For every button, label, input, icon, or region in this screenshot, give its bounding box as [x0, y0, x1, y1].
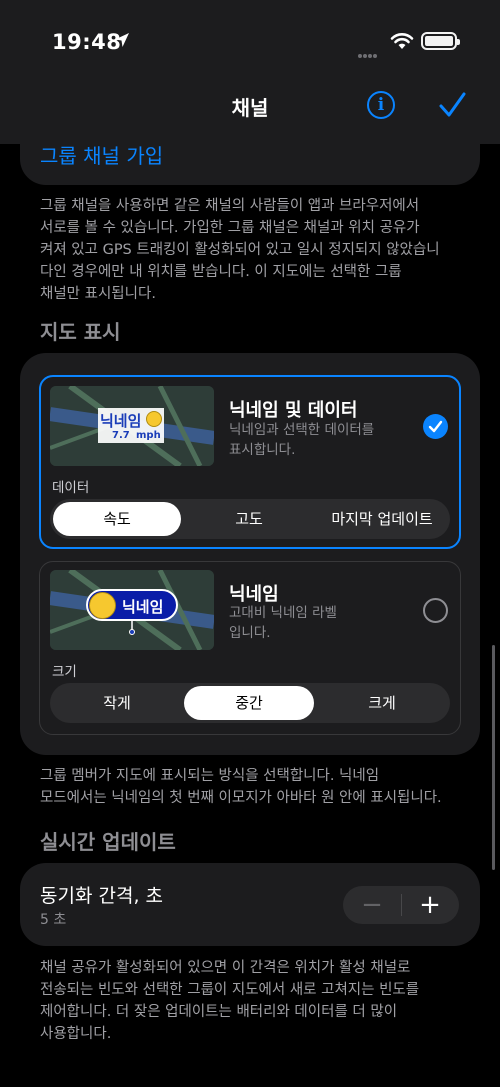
option-description: 고대비 닉네임 라벨 입니다. — [229, 603, 379, 643]
footnote-line: 켜져 있고 GPS 트래킹이 활성화되어 있고 일시 정지되지 않았습니 — [40, 242, 440, 258]
footnote-line: 채널 공유가 활성화되어 있으면 이 간격은 위치가 활성 채널로 — [40, 960, 411, 976]
segment-altitude[interactable]: 고도 — [184, 502, 314, 536]
footnote-line: 모드에서는 닉네임의 첫 번째 이모지가 아바타 원 안에 표시됩니다. — [40, 790, 442, 806]
wifi-icon — [390, 33, 414, 49]
unselected-radio-icon[interactable] — [423, 598, 448, 623]
join-group-channel-link[interactable]: 그룹 채널 가입 — [40, 140, 163, 169]
page-title: 채널 — [231, 96, 269, 120]
footnote-line: 채널만 표시됩니다. — [40, 286, 156, 302]
preview-nickname-label: 닉네임 — [122, 598, 164, 616]
data-segmented-control: 속도 고도 마지막 업데이트 — [50, 499, 450, 539]
selected-check-icon[interactable] — [423, 414, 448, 439]
sync-interval-title: 동기화 간격, 초 — [40, 885, 163, 907]
footnote-line: 그룹 멤버가 지도에 표시되는 방식을 선택합니다. 닉네임 — [40, 768, 380, 784]
footnote-line: 서로를 볼 수 있습니다. 가입한 그룹 채널은 채널과 위치 공유가 — [40, 220, 420, 236]
size-sub-label: 크기 — [52, 664, 77, 680]
segment-small[interactable]: 작게 — [53, 686, 181, 720]
footnote-line: 제어합니다. 더 잦은 업데이트는 배터리와 데이터를 더 많이 — [40, 1004, 398, 1020]
option-description-line: 표시합니다. — [229, 442, 296, 458]
status-time: 19:48 — [52, 30, 122, 54]
sync-interval-value: 5 초 — [40, 912, 67, 928]
navigation-bar: 채널 i — [0, 80, 500, 144]
cellular-signal-icon — [358, 43, 378, 62]
preview-speed-unit: mph — [136, 430, 161, 441]
map-preview-nickname: 닉네임 — [50, 570, 214, 650]
footnote-line: 다인 경우에만 내 위치를 받습니다. 이 지도에는 선택한 그룹 — [40, 264, 402, 280]
segment-last-update[interactable]: 마지막 업데이트 — [317, 502, 447, 536]
location-arrow-icon — [115, 33, 129, 47]
info-icon[interactable]: i — [367, 91, 395, 119]
option-description-line: 고대비 닉네임 라벨 — [229, 605, 337, 621]
segment-speed[interactable]: 속도 — [53, 502, 181, 536]
option-description: 닉네임과 선택한 데이터를 표시합니다. — [229, 420, 379, 460]
data-sub-label: 데이터 — [52, 480, 90, 496]
footnote-line: 사용합니다. — [40, 1026, 112, 1042]
preview-speed-value: 7.7 — [112, 430, 130, 441]
map-preview-data: 닉네임 7.7 mph — [50, 386, 214, 466]
stepper-plus-button[interactable]: + — [401, 886, 459, 924]
preview-nickname-label: 닉네임 — [100, 412, 142, 430]
scroll-indicator[interactable] — [492, 645, 495, 870]
done-checkmark-icon[interactable] — [437, 90, 467, 120]
footnote-line: 그룹 채널을 사용하면 같은 채널의 사람들이 앱과 브라우저에서 — [40, 198, 420, 214]
stepper-minus-button[interactable]: − — [343, 886, 401, 924]
size-segmented-control: 작게 중간 크게 — [50, 683, 450, 723]
map-display-header: 지도 표시 — [40, 320, 121, 344]
footnote-line: 전송되는 빈도와 선택한 그룹이 지도에서 새로 고쳐지는 빈도를 — [40, 982, 420, 998]
option-description-line: 입니다. — [229, 625, 271, 641]
option-title: 닉네임 및 데이터 — [229, 400, 358, 421]
segment-large[interactable]: 크게 — [317, 686, 447, 720]
smiley-avatar-icon — [89, 592, 116, 619]
realtime-footnote: 채널 공유가 활성화되어 있으면 이 간격은 위치가 활성 채널로 전송되는 빈… — [40, 957, 465, 1045]
smiley-avatar-icon — [146, 411, 162, 427]
status-bar: 19:48 — [0, 0, 500, 80]
option-description-line: 닉네임과 선택한 데이터를 — [229, 422, 375, 438]
battery-icon — [421, 32, 460, 50]
realtime-updates-header: 실시간 업데이트 — [40, 830, 176, 854]
map-display-footnote: 그룹 멤버가 지도에 표시되는 방식을 선택합니다. 닉네임 모드에서는 닉네임… — [40, 765, 465, 809]
group-channel-footnote: 그룹 채널을 사용하면 같은 채널의 사람들이 앱과 브라우저에서 서로를 볼 … — [40, 195, 465, 305]
sync-interval-stepper: − + — [343, 886, 459, 924]
segment-medium[interactable]: 중간 — [184, 686, 314, 720]
